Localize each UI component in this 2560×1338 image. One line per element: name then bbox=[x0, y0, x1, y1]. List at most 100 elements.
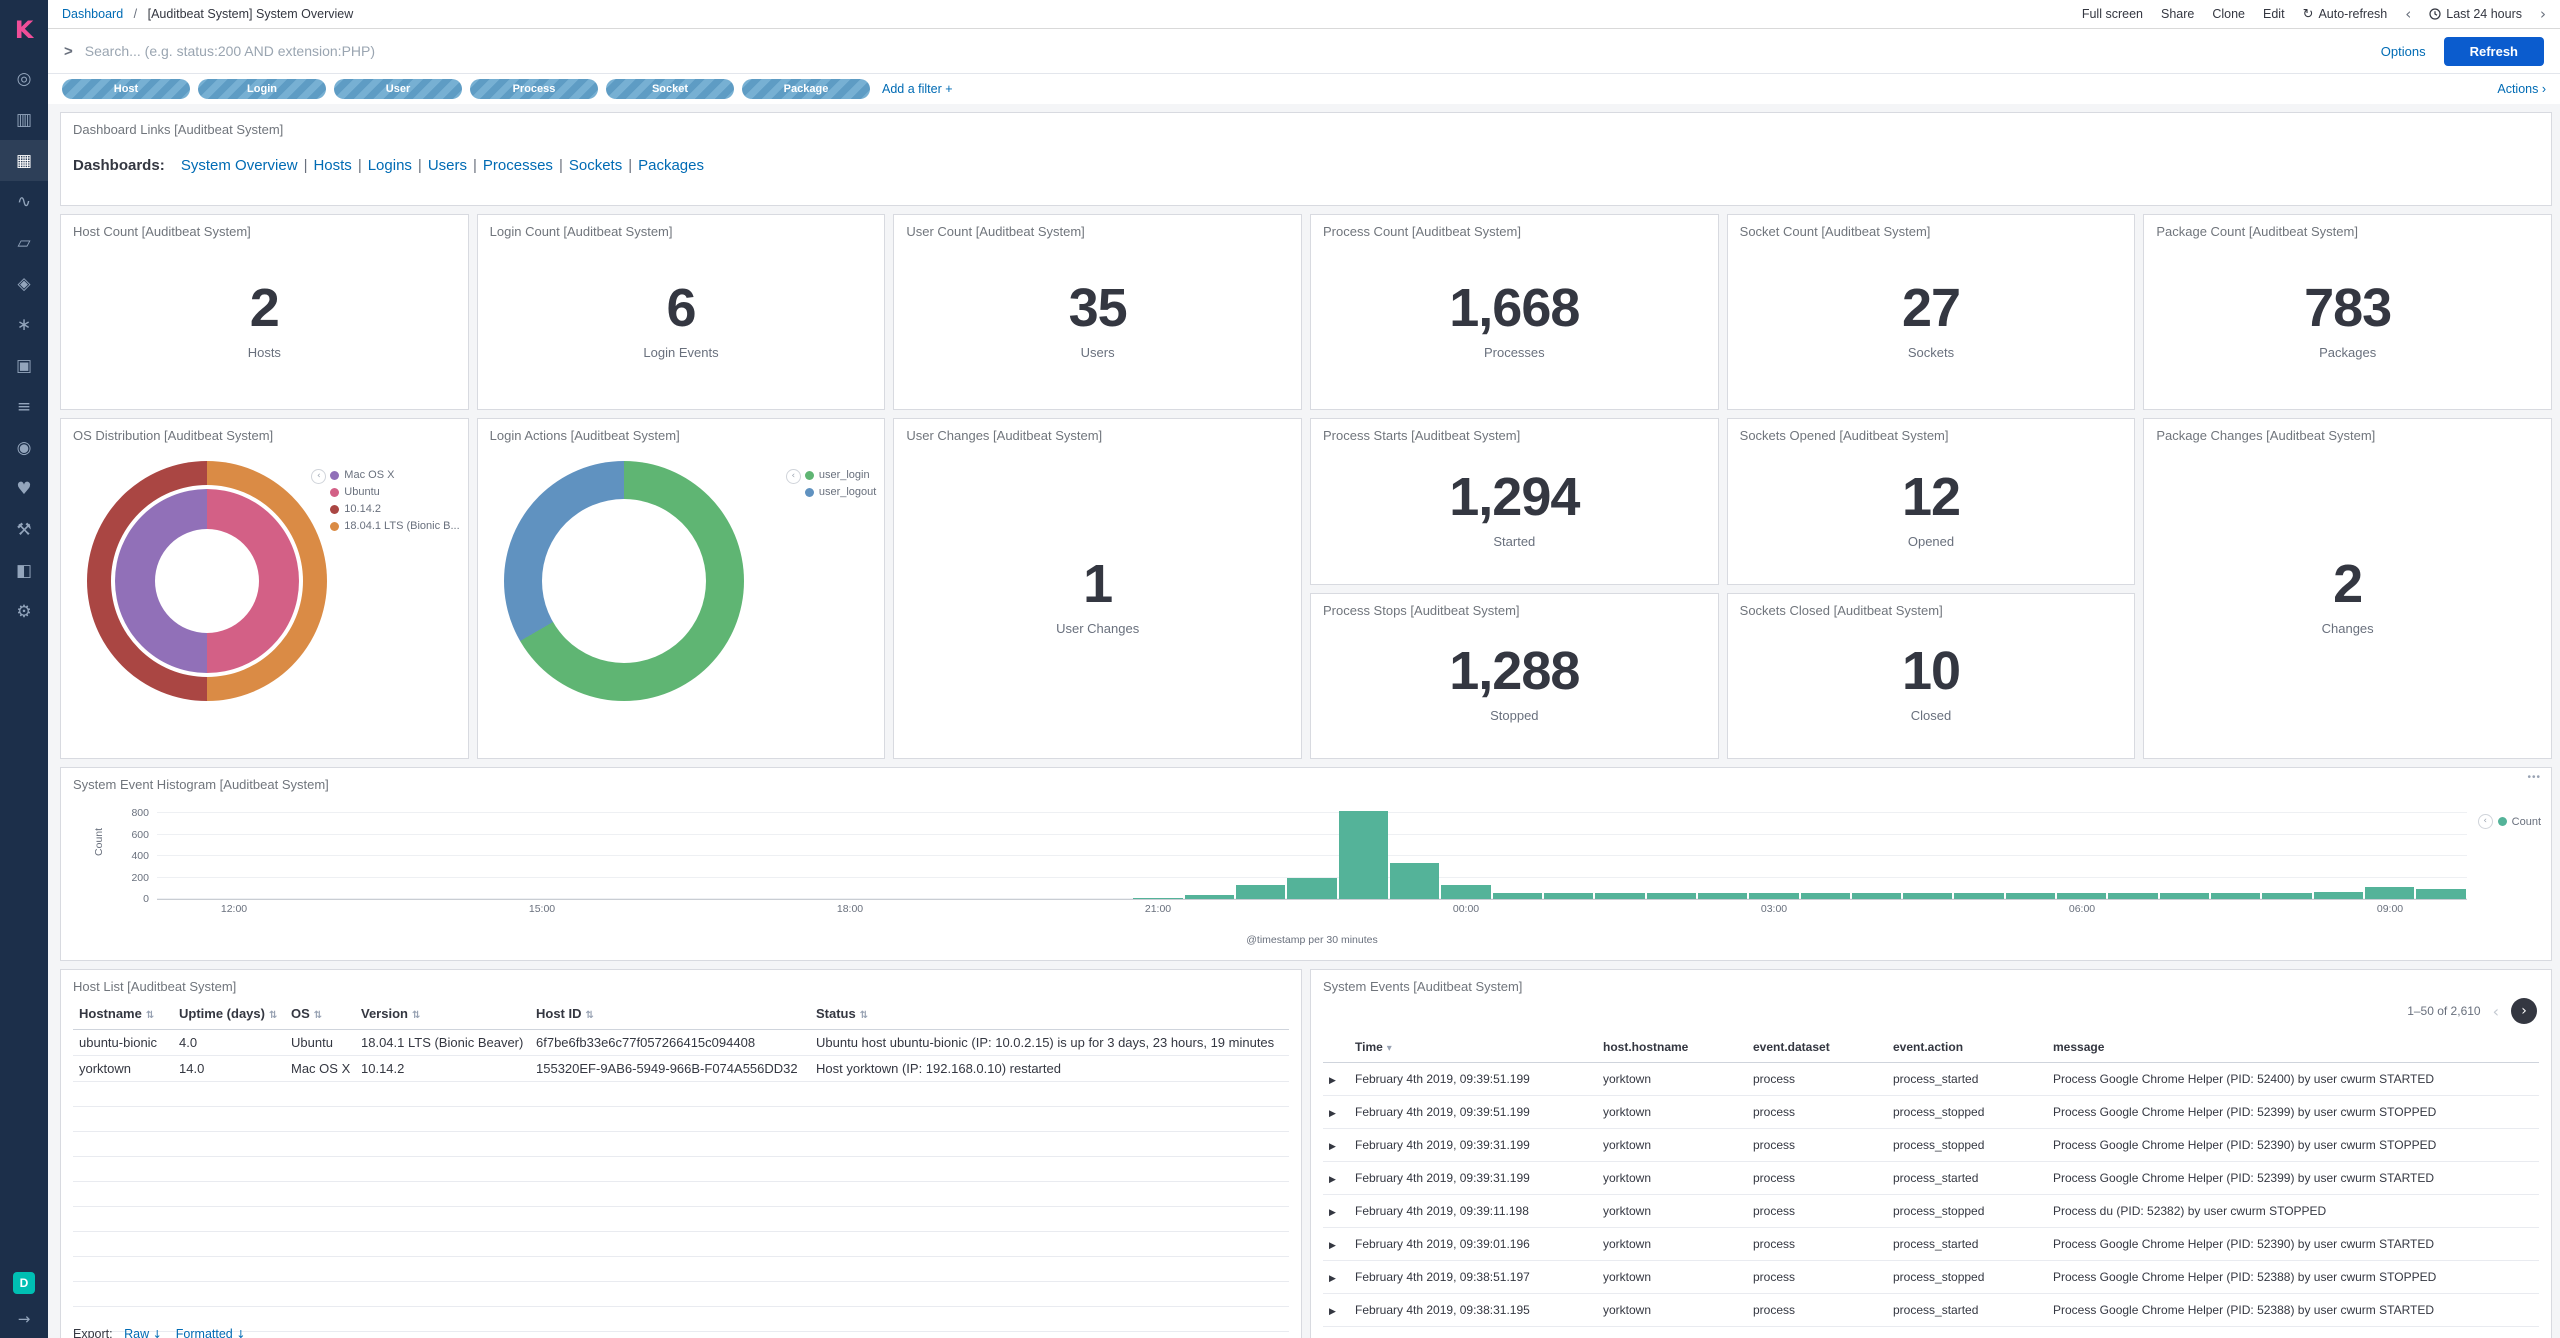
histogram-bar[interactable] bbox=[2057, 893, 2106, 899]
expand-row-icon[interactable]: ▶ bbox=[1329, 1109, 1336, 1119]
top-menu-item[interactable]: Full screen bbox=[2082, 7, 2143, 21]
pagination-next-button[interactable]: › bbox=[2511, 998, 2537, 1024]
auto-refresh-button[interactable]: ↻ Auto-refresh bbox=[2303, 7, 2388, 22]
histogram-bar[interactable] bbox=[2006, 893, 2055, 899]
dashboard-link[interactable]: Processes bbox=[483, 157, 553, 174]
legend-item[interactable]: 18.04.1 LTS (Bionic B... bbox=[330, 520, 459, 532]
uptime-icon[interactable]: ♥ bbox=[0, 468, 48, 509]
filter-pill[interactable]: User bbox=[334, 79, 462, 99]
logs-icon[interactable]: ≡ bbox=[0, 386, 48, 427]
pagination-prev-button[interactable]: ‹ bbox=[2493, 1002, 2499, 1021]
legend-item[interactable]: 10.14.2 bbox=[330, 503, 459, 515]
expand-row-icon[interactable]: ▶ bbox=[1329, 1208, 1336, 1218]
histogram-bar[interactable] bbox=[2160, 893, 2209, 899]
machine-learning-icon[interactable]: ∗ bbox=[0, 304, 48, 345]
export-link[interactable]: Formatted ↓ bbox=[176, 1327, 246, 1338]
expand-row-icon[interactable]: ▶ bbox=[1329, 1307, 1336, 1317]
dashboard-icon[interactable]: ▦ bbox=[0, 140, 48, 181]
column-header[interactable]: host.hostname bbox=[1597, 1032, 1747, 1063]
top-menu-item[interactable]: Edit bbox=[2263, 7, 2285, 21]
histogram-bar[interactable] bbox=[1390, 863, 1439, 899]
dashboard-link[interactable]: Users bbox=[428, 157, 467, 174]
filter-pill[interactable]: Login bbox=[198, 79, 326, 99]
management-icon[interactable]: ⚙ bbox=[0, 591, 48, 632]
histogram-bar[interactable] bbox=[1544, 893, 1593, 899]
collapse-nav-icon[interactable]: → bbox=[18, 1310, 31, 1328]
sort-icon[interactable]: ⇅ bbox=[860, 1010, 868, 1021]
breadcrumb-dashboard-link[interactable]: Dashboard bbox=[62, 7, 123, 21]
infrastructure-icon[interactable]: ▣ bbox=[0, 345, 48, 386]
column-header[interactable]: event.dataset bbox=[1747, 1032, 1887, 1063]
monitoring-icon[interactable]: ◧ bbox=[0, 550, 48, 591]
histogram-bar[interactable] bbox=[1287, 878, 1336, 899]
sort-icon[interactable]: ⇅ bbox=[146, 1010, 154, 1021]
histogram-bar[interactable] bbox=[2314, 892, 2363, 899]
options-button[interactable]: Options bbox=[2381, 44, 2426, 59]
histogram-bar[interactable] bbox=[1647, 893, 1696, 899]
histogram-bar[interactable] bbox=[2262, 893, 2311, 899]
sort-icon[interactable]: ⇅ bbox=[586, 1010, 594, 1021]
legend-item[interactable]: user_login bbox=[805, 469, 877, 481]
apm-icon[interactable]: ◉ bbox=[0, 427, 48, 468]
discover-icon[interactable]: ◎ bbox=[0, 58, 48, 99]
actions-menu[interactable]: Actions › bbox=[2497, 82, 2546, 96]
filter-pill[interactable]: Socket bbox=[606, 79, 734, 99]
histogram-bar[interactable] bbox=[1801, 893, 1850, 899]
os-donut-outer-ring[interactable] bbox=[87, 461, 327, 701]
histogram-bar[interactable] bbox=[1185, 895, 1234, 899]
sort-icon[interactable]: ⇅ bbox=[314, 1010, 322, 1021]
histogram-bar[interactable] bbox=[1133, 898, 1182, 899]
column-header[interactable]: Uptime (days)⇅ bbox=[173, 998, 285, 1030]
legend-item[interactable]: Mac OS X bbox=[330, 469, 459, 481]
refresh-button[interactable]: Refresh bbox=[2444, 37, 2544, 66]
column-header[interactable]: Hostname⇅ bbox=[73, 998, 173, 1030]
expand-row-icon[interactable]: ▶ bbox=[1329, 1241, 1336, 1251]
space-avatar[interactable]: D bbox=[13, 1272, 35, 1294]
time-picker[interactable]: Last 24 hours bbox=[2429, 7, 2522, 21]
histogram-legend[interactable]: ‹ Count bbox=[2478, 814, 2541, 829]
column-header[interactable]: Time▾ bbox=[1349, 1032, 1597, 1063]
column-header[interactable]: Host ID⇅ bbox=[530, 998, 810, 1030]
histogram-bar[interactable] bbox=[2211, 893, 2260, 899]
top-menu-item[interactable]: Share bbox=[2161, 7, 2194, 21]
dev-tools-icon[interactable]: ⚒ bbox=[0, 509, 48, 550]
histogram-bar[interactable] bbox=[1339, 811, 1388, 899]
time-back-button[interactable]: ‹ bbox=[2405, 5, 2411, 23]
column-header[interactable]: message bbox=[2047, 1032, 2539, 1063]
filter-pill[interactable]: Package bbox=[742, 79, 870, 99]
os-donut-inner-ring[interactable] bbox=[115, 489, 299, 673]
sort-icon[interactable]: ⇅ bbox=[412, 1010, 420, 1021]
dashboard-link[interactable]: Logins bbox=[368, 157, 412, 174]
histogram-bar[interactable] bbox=[2365, 887, 2414, 899]
histogram-bar[interactable] bbox=[1441, 885, 1490, 899]
expand-row-icon[interactable]: ▶ bbox=[1329, 1076, 1336, 1086]
visualize-icon[interactable]: ▥ bbox=[0, 99, 48, 140]
histogram-bar[interactable] bbox=[1954, 893, 2003, 899]
panel-menu-icon[interactable]: ••• bbox=[2527, 772, 2541, 783]
kibana-logo[interactable]: K bbox=[0, 8, 48, 52]
histogram-bar[interactable] bbox=[2108, 893, 2157, 899]
histogram-bar[interactable] bbox=[1852, 893, 1901, 899]
dashboard-link[interactable]: Packages bbox=[638, 157, 704, 174]
histogram-bar[interactable] bbox=[1236, 885, 1285, 899]
add-filter-button[interactable]: Add a filter + bbox=[882, 82, 953, 96]
dashboard-link[interactable]: Hosts bbox=[313, 157, 351, 174]
legend-item[interactable]: Ubuntu bbox=[330, 486, 459, 498]
timelion-icon[interactable]: ∿ bbox=[0, 181, 48, 222]
legend-item[interactable]: user_logout bbox=[805, 486, 877, 498]
top-menu-item[interactable]: Clone bbox=[2212, 7, 2245, 21]
column-header[interactable]: Version⇅ bbox=[355, 998, 530, 1030]
legend-toggle-icon[interactable]: ‹ bbox=[786, 469, 801, 484]
filter-pill[interactable]: Host bbox=[62, 79, 190, 99]
histogram-bar[interactable] bbox=[1698, 893, 1747, 899]
expand-row-icon[interactable]: ▶ bbox=[1329, 1274, 1336, 1284]
sort-icon[interactable]: ⇅ bbox=[269, 1010, 277, 1021]
login-donut-ring[interactable] bbox=[504, 461, 744, 701]
column-header[interactable]: OS⇅ bbox=[285, 998, 355, 1030]
time-forward-button[interactable]: › bbox=[2540, 5, 2546, 23]
filter-pill[interactable]: Process bbox=[470, 79, 598, 99]
histogram-bar[interactable] bbox=[1903, 893, 1952, 899]
column-header[interactable]: event.action bbox=[1887, 1032, 2047, 1063]
export-link[interactable]: Raw ↓ bbox=[124, 1327, 162, 1338]
maps-icon[interactable]: ◈ bbox=[0, 263, 48, 304]
